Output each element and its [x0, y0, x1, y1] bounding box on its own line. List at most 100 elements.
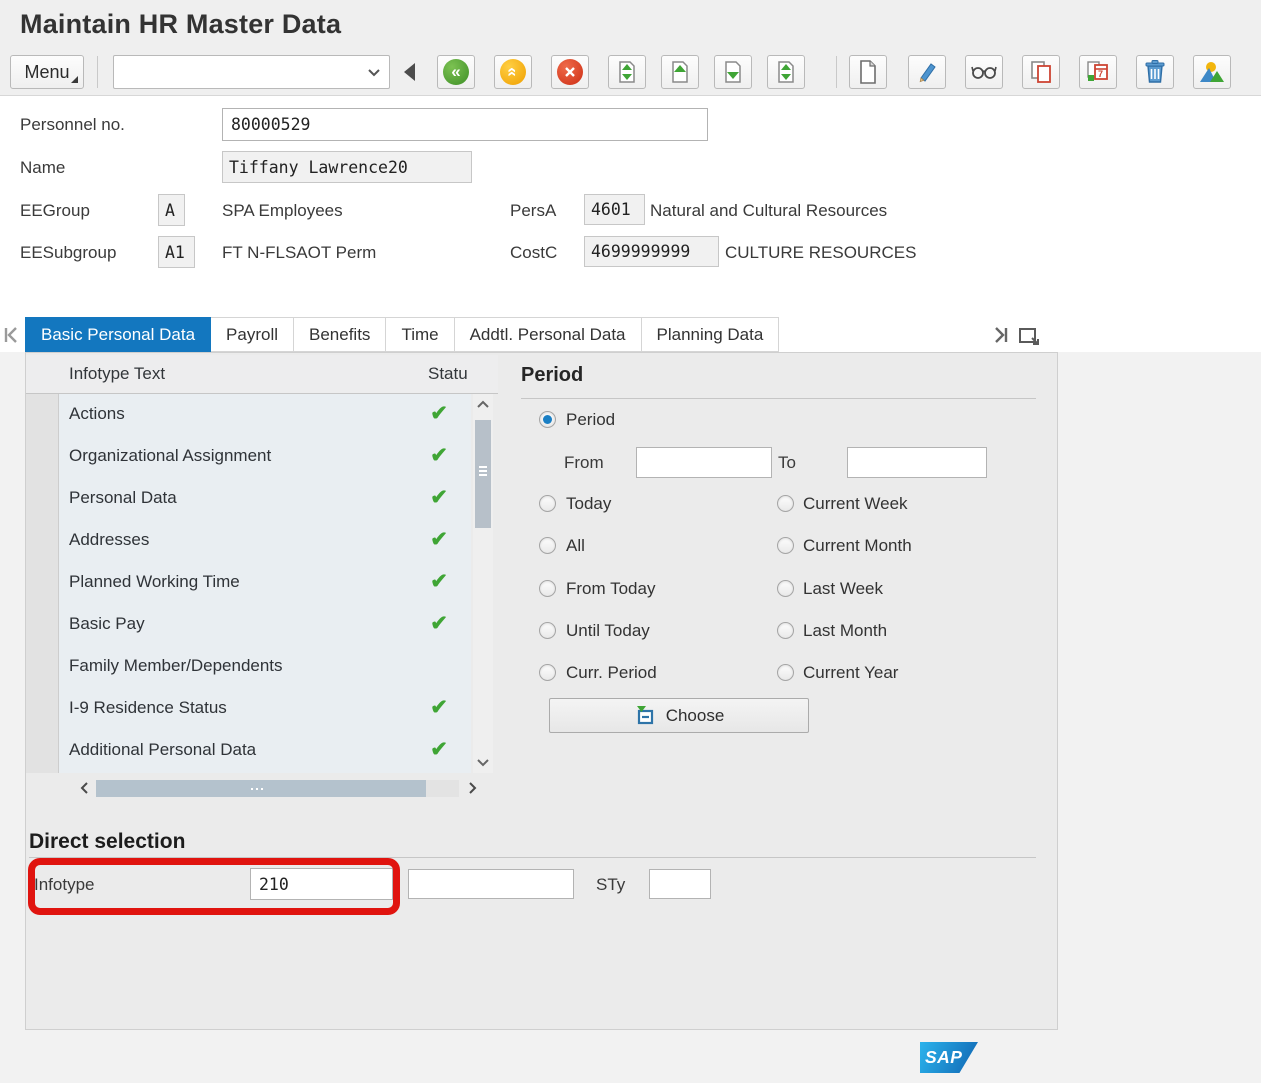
page-down-icon	[722, 59, 744, 85]
table-row[interactable]: Basic Pay✔	[59, 604, 471, 646]
table-row[interactable]: I-9 Residence Status✔	[59, 688, 471, 730]
table-row[interactable]: Family Member/Dependents	[59, 646, 471, 688]
table-selection-gutter[interactable]	[26, 394, 59, 773]
radio-from-today-label[interactable]: From Today	[566, 579, 655, 599]
from-date-input[interactable]	[636, 447, 772, 478]
status-check-icon: ✔	[424, 695, 454, 720]
display-button[interactable]	[965, 55, 1003, 89]
tab-benefits[interactable]: Benefits	[294, 317, 386, 352]
last-page-button[interactable]	[767, 55, 805, 89]
table-row[interactable]: Personal Data✔	[59, 478, 471, 520]
page-down-button[interactable]	[714, 55, 752, 89]
radio-current-week[interactable]	[777, 495, 794, 512]
radio-from-today[interactable]	[539, 580, 556, 597]
popout-window-icon[interactable]	[1018, 326, 1040, 346]
table-row[interactable]: Actions✔	[59, 394, 471, 436]
radio-all-label[interactable]: All	[566, 536, 585, 556]
table-row[interactable]: Additional Personal Data✔	[59, 730, 471, 772]
radio-current-year[interactable]	[777, 664, 794, 681]
radio-last-month-label[interactable]: Last Month	[803, 621, 887, 641]
ee-group-text: SPA Employees	[222, 201, 343, 221]
overview-button[interactable]	[1193, 55, 1231, 89]
infotype-input[interactable]	[250, 868, 393, 900]
page-up-button[interactable]	[661, 55, 699, 89]
radio-until-today[interactable]	[539, 622, 556, 639]
cancel-button[interactable]	[551, 55, 589, 89]
radio-curr-period-label[interactable]: Curr. Period	[566, 663, 657, 683]
exit-button[interactable]: «	[494, 55, 532, 89]
infotype-label: Infotype	[34, 875, 95, 895]
menu-corner-triangle	[71, 76, 78, 83]
horizontal-scrollbar-thumb[interactable]	[96, 780, 426, 797]
command-input[interactable]	[120, 60, 358, 84]
back-button[interactable]: «	[437, 55, 475, 89]
tab-planning-data[interactable]: Planning Data	[642, 317, 780, 352]
radio-current-month-label[interactable]: Current Month	[803, 536, 912, 556]
radio-current-month[interactable]	[777, 537, 794, 554]
vertical-scrollbar-thumb[interactable]	[475, 420, 491, 528]
column-status: Statu	[428, 364, 468, 384]
table-row[interactable]: Addresses✔	[59, 520, 471, 562]
radio-last-week[interactable]	[777, 580, 794, 597]
radio-until-today-label[interactable]: Until Today	[566, 621, 650, 641]
tab-time[interactable]: Time	[386, 317, 454, 352]
subtype-input[interactable]	[649, 869, 711, 899]
scroll-right-icon[interactable]	[463, 778, 483, 798]
menu-button[interactable]: Menu	[10, 55, 84, 89]
choose-button[interactable]: Choose	[549, 698, 809, 733]
radio-today-label[interactable]: Today	[566, 494, 611, 514]
scroll-up-icon[interactable]	[473, 394, 493, 414]
name-label: Name	[20, 158, 65, 178]
horizontal-scrollbar-track[interactable]	[96, 780, 459, 797]
tab-scroll-left-icon[interactable]	[2, 326, 20, 344]
radio-last-week-label[interactable]: Last Week	[803, 579, 883, 599]
table-row[interactable]: Planned Working Time✔	[59, 562, 471, 604]
radio-all[interactable]	[539, 537, 556, 554]
mountains-icon	[1198, 60, 1226, 84]
copy-button[interactable]	[1022, 55, 1060, 89]
toolbar-separator	[97, 56, 98, 88]
basic-personal-data-panel: Infotype Text Statu Actions✔ Organizatio…	[25, 352, 1058, 1030]
copy-icon	[1029, 59, 1053, 85]
collapse-left-icon[interactable]	[404, 63, 415, 81]
radio-period-label[interactable]: Period	[566, 410, 615, 430]
radio-last-month[interactable]	[777, 622, 794, 639]
ee-subgroup-value: A1	[158, 236, 195, 268]
tab-payroll[interactable]: Payroll	[211, 317, 294, 352]
infotype-text-input[interactable]	[408, 869, 574, 899]
cancel-icon	[557, 59, 583, 85]
radio-current-year-label[interactable]: Current Year	[803, 663, 898, 683]
tab-basic-personal-data[interactable]: Basic Personal Data	[25, 317, 211, 352]
delete-button[interactable]	[1136, 55, 1174, 89]
ee-subgroup-text: FT N-FLSAOT Perm	[222, 243, 376, 263]
table-row[interactable]: Organizational Assignment✔	[59, 436, 471, 478]
page-up-icon	[669, 59, 691, 85]
radio-period[interactable]	[539, 411, 556, 428]
toolbar-separator	[836, 56, 837, 88]
personnel-no-input[interactable]	[222, 108, 708, 141]
horizontal-scrollbar[interactable]	[26, 778, 498, 800]
change-button[interactable]	[908, 55, 946, 89]
create-button[interactable]	[849, 55, 887, 89]
radio-current-week-label[interactable]: Current Week	[803, 494, 908, 514]
radio-today[interactable]	[539, 495, 556, 512]
to-label: To	[778, 453, 796, 473]
svg-text:7: 7	[1098, 69, 1103, 79]
tab-addtl-personal-data[interactable]: Addtl. Personal Data	[455, 317, 642, 352]
radio-curr-period[interactable]	[539, 664, 556, 681]
tab-scroll-right-icon[interactable]	[992, 326, 1010, 344]
to-date-input[interactable]	[847, 447, 987, 478]
first-page-button[interactable]	[608, 55, 646, 89]
delimit-button[interactable]: 7	[1079, 55, 1117, 89]
scroll-left-icon[interactable]	[74, 778, 94, 798]
vertical-scrollbar[interactable]	[473, 394, 493, 773]
chevron-down-icon[interactable]	[367, 68, 381, 77]
toolbar: Menu « «	[0, 48, 1261, 96]
employee-header: Personnel no. Name Tiffany Lawrence20 EE…	[0, 96, 1261, 352]
pers-area-value: 4601	[584, 194, 645, 225]
scroll-down-icon[interactable]	[473, 753, 493, 773]
name-value: Tiffany Lawrence20	[222, 151, 472, 183]
command-field[interactable]	[113, 55, 390, 89]
direct-selection-divider	[29, 857, 1036, 858]
exit-icon: «	[500, 59, 526, 85]
